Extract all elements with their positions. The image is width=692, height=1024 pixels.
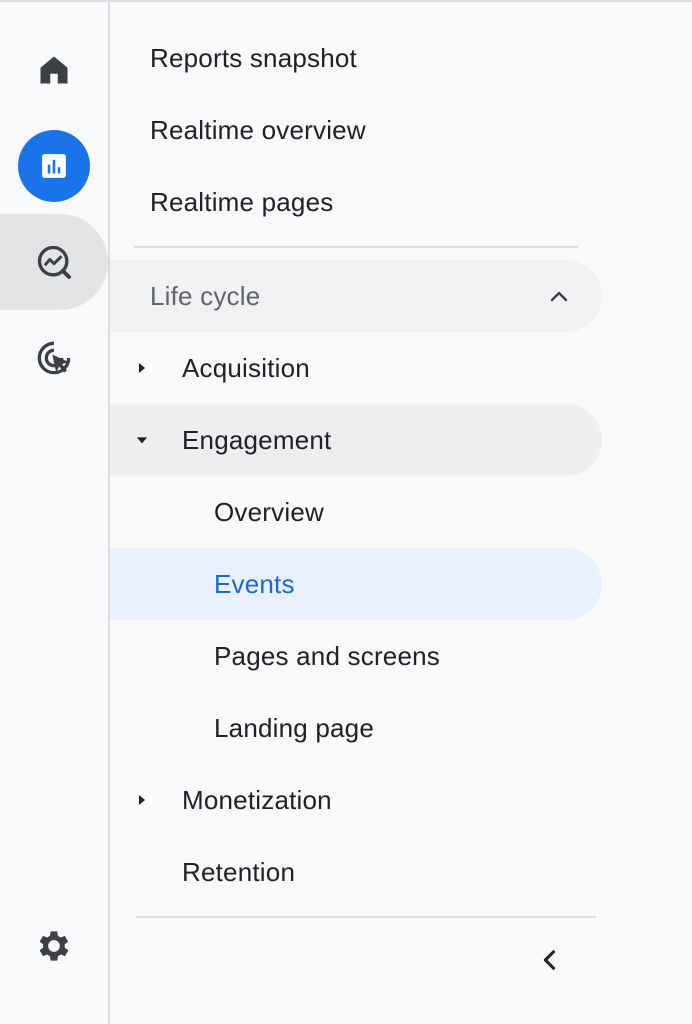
caret-right-icon (136, 794, 148, 806)
divider (136, 916, 596, 918)
explore-icon (34, 242, 74, 282)
caret-down-icon (136, 434, 148, 446)
nav-item-realtime-pages[interactable]: Realtime pages (150, 166, 333, 238)
rail-advertising[interactable] (0, 310, 108, 406)
rail-explore[interactable] (0, 214, 108, 310)
rail-home[interactable] (0, 22, 108, 118)
nav-item-events[interactable]: Events (110, 548, 602, 620)
nav-item-reports-snapshot[interactable]: Reports snapshot (150, 22, 357, 94)
nav-item-retention[interactable]: Retention (110, 836, 602, 908)
chevron-left-icon (536, 946, 564, 979)
chevron-up-icon (546, 284, 572, 310)
rail-reports[interactable] (0, 118, 108, 214)
collapse-nav-button[interactable] (528, 940, 572, 984)
analytics-app: Reports snapshot Realtime overview Realt… (0, 0, 692, 1024)
reports-icon (18, 130, 90, 202)
nav-item-engagement-overview[interactable]: Overview (110, 476, 602, 548)
nav-item-realtime-overview[interactable]: Realtime overview (150, 94, 366, 166)
section-header-life-cycle[interactable]: Life cycle (110, 260, 602, 332)
divider (134, 246, 578, 248)
caret-right-icon (136, 362, 148, 374)
nav-item-acquisition[interactable]: Acquisition (110, 332, 602, 404)
advertising-icon (34, 338, 74, 378)
nav-item-pages-and-screens[interactable]: Pages and screens (110, 620, 602, 692)
home-icon (34, 50, 74, 90)
nav-item-engagement[interactable]: Engagement (110, 404, 602, 476)
gear-icon (34, 926, 74, 966)
nav-item-monetization[interactable]: Monetization (110, 764, 602, 836)
nav-item-landing-page[interactable]: Landing page (110, 692, 602, 764)
section-title: Life cycle (150, 280, 261, 311)
reports-navigation: Reports snapshot Realtime overview Realt… (110, 2, 692, 1024)
rail-settings[interactable] (0, 898, 108, 994)
left-rail (0, 2, 110, 1024)
